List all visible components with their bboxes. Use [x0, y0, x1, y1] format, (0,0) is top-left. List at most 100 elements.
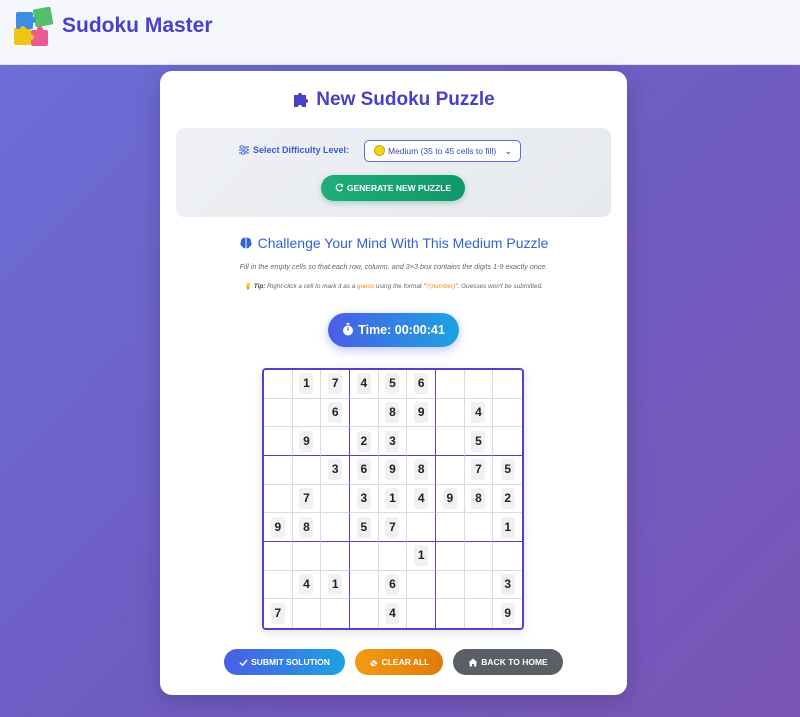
difficulty-select[interactable]: Medium (35 to 45 cells to fill) ⌄ [364, 140, 521, 162]
sudoku-cell-given: 4 [407, 484, 436, 514]
sudoku-cell-given: 9 [264, 513, 293, 542]
sudoku-cell-empty[interactable] [464, 370, 494, 399]
cell-value: 7 [270, 603, 285, 625]
sudoku-cell-empty[interactable] [464, 599, 494, 628]
sudoku-cell-empty[interactable] [321, 541, 350, 571]
sudoku-cell-given: 3 [321, 455, 350, 485]
sudoku-cell-empty[interactable] [321, 599, 350, 628]
clear-all-button[interactable]: CLEAR ALL [355, 649, 443, 675]
sudoku-cell-empty[interactable] [464, 541, 494, 571]
sudoku-cell-empty[interactable] [493, 541, 522, 571]
sudoku-cell-empty[interactable] [464, 513, 494, 542]
tip-after: ". Guesses won't be submitted. [455, 283, 543, 290]
cell-value: 2 [356, 430, 371, 452]
sudoku-cell-given: 6 [407, 370, 436, 399]
sudoku-cell-empty[interactable] [321, 484, 350, 514]
puzzle-pieces-icon[interactable] [12, 6, 58, 52]
refresh-icon [335, 183, 344, 192]
sudoku-cell-empty[interactable] [435, 370, 465, 399]
cell-value: 1 [385, 487, 400, 509]
difficulty-label: Select Difficulty Level: [239, 145, 349, 155]
sudoku-cell-empty[interactable] [349, 398, 379, 428]
tip-label: Tip: [253, 283, 266, 290]
sudoku-cell-empty[interactable] [264, 370, 293, 399]
tip-format: ?(number) [425, 283, 456, 290]
sudoku-cell-empty[interactable] [407, 513, 436, 542]
sudoku-cell-given: 9 [292, 427, 322, 456]
sudoku-cell-empty[interactable] [407, 427, 436, 456]
sudoku-cell-empty[interactable] [349, 599, 379, 628]
sudoku-cell-empty[interactable] [435, 427, 465, 456]
sudoku-cell-given: 9 [493, 599, 522, 628]
sudoku-cell-empty[interactable] [435, 599, 465, 628]
cell-value: 9 [414, 401, 429, 423]
tip-before: Right-click a cell to mark it as a [265, 283, 358, 290]
cell-value: 1 [299, 373, 314, 395]
cell-value: 3 [500, 573, 515, 595]
sudoku-cell-empty[interactable] [464, 570, 494, 600]
sudoku-cell-empty[interactable] [264, 398, 293, 428]
sudoku-cell-empty[interactable] [435, 570, 465, 600]
cell-value: 4 [356, 373, 371, 395]
cell-value: 3 [328, 459, 343, 481]
sudoku-cell-empty[interactable] [292, 599, 322, 628]
submit-solution-button[interactable]: SUBMIT SOLUTION [224, 649, 345, 675]
sudoku-cell-empty[interactable] [321, 427, 350, 456]
eraser-icon [369, 659, 378, 667]
cell-value: 7 [385, 516, 400, 538]
cell-value: 8 [471, 487, 486, 509]
sudoku-cell-empty[interactable] [264, 455, 293, 485]
sudoku-cell-given: 5 [378, 370, 408, 399]
cell-value: 9 [299, 430, 314, 452]
sudoku-cell-given: 9 [407, 398, 436, 428]
sudoku-cell-empty[interactable] [407, 570, 436, 600]
sudoku-cell-given: 2 [493, 484, 522, 514]
generate-puzzle-button[interactable]: GENERATE NEW PUZZLE [321, 175, 465, 201]
sudoku-cell-empty[interactable] [435, 541, 465, 571]
sudoku-cell-given: 7 [321, 370, 350, 399]
sudoku-cell-given: 4 [378, 599, 408, 628]
sudoku-cell-given: 6 [349, 455, 379, 485]
back-to-home-button[interactable]: BACK TO HOME [453, 649, 563, 675]
sudoku-cell-empty[interactable] [435, 455, 465, 485]
sudoku-cell-empty[interactable] [292, 541, 322, 571]
sudoku-cell-empty[interactable] [493, 427, 522, 456]
cell-value: 5 [385, 373, 400, 395]
cell-value: 4 [414, 487, 429, 509]
brand-title[interactable]: Sudoku Master [62, 14, 213, 38]
page-title-text: New Sudoku Puzzle [316, 89, 495, 110]
sudoku-cell-empty[interactable] [435, 513, 465, 542]
sliders-icon [239, 145, 249, 155]
sudoku-cell-empty[interactable] [321, 513, 350, 542]
sudoku-cell-empty[interactable] [493, 370, 522, 399]
sudoku-cell-given: 1 [292, 370, 322, 399]
sudoku-cell-empty[interactable] [349, 570, 379, 600]
tip-middle: using the format " [374, 283, 426, 290]
sudoku-cell-given: 4 [464, 398, 494, 428]
cell-value: 1 [414, 545, 429, 567]
sudoku-cell-empty[interactable] [378, 541, 408, 571]
sudoku-cell-empty[interactable] [292, 455, 322, 485]
sudoku-cell-empty[interactable] [264, 570, 293, 600]
tip-guess-word: guess [357, 283, 375, 290]
cell-value: 1 [500, 516, 515, 538]
sudoku-cell-empty[interactable] [435, 398, 465, 428]
sudoku-cell-empty[interactable] [349, 541, 379, 571]
clear-label: CLEAR ALL [381, 657, 430, 667]
sudoku-cell-empty[interactable] [264, 427, 293, 456]
sudoku-cell-given: 8 [378, 398, 408, 428]
sudoku-cell-empty[interactable] [264, 484, 293, 514]
sudoku-cell-empty[interactable] [264, 541, 293, 571]
sudoku-cell-given: 2 [349, 427, 379, 456]
challenge-heading: Challenge Your Mind With This Medium Puz… [160, 235, 627, 251]
sudoku-cell-given: 1 [493, 513, 522, 542]
sudoku-cell-empty[interactable] [292, 398, 322, 428]
sudoku-cell-given: 1 [407, 541, 436, 571]
puzzle-card: New Sudoku Puzzle Select Difficulty Leve… [160, 71, 627, 695]
timer-text: Time: 00:00:41 [358, 323, 445, 337]
sudoku-cell-empty[interactable] [493, 398, 522, 428]
cell-value: 6 [356, 459, 371, 481]
sudoku-cell-given: 7 [292, 484, 322, 514]
sudoku-cell-empty[interactable] [407, 599, 436, 628]
generate-button-label: GENERATE NEW PUZZLE [346, 183, 452, 193]
